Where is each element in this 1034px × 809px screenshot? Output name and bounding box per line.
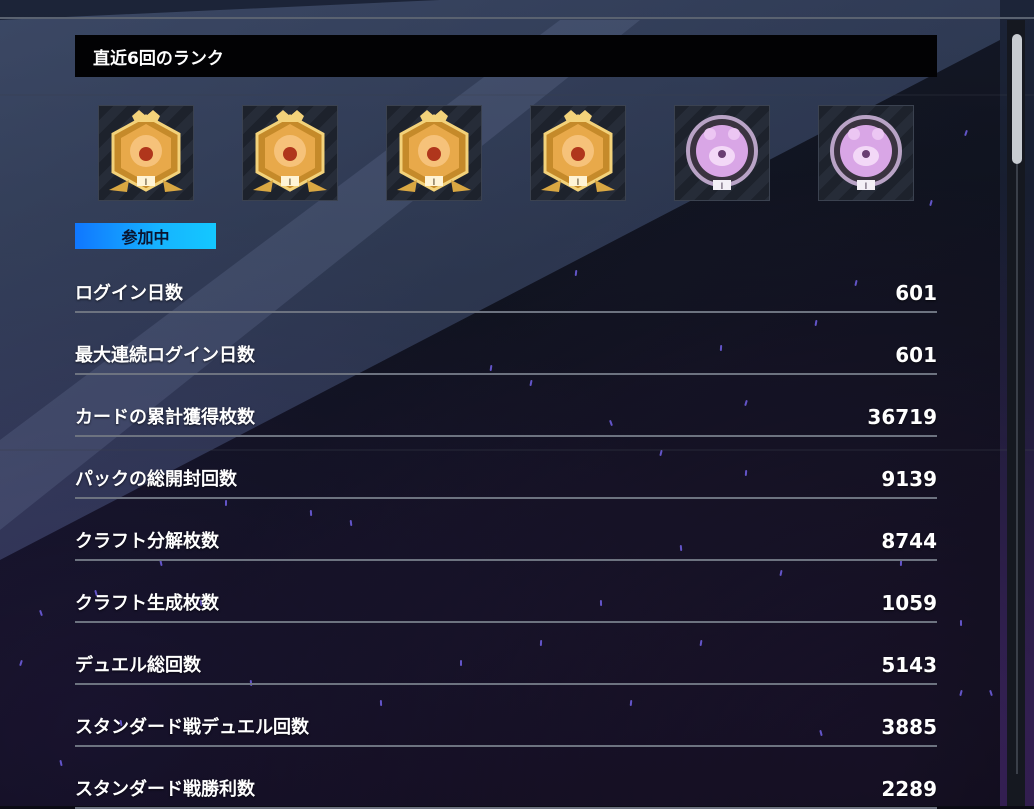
svg-text:I: I: [433, 178, 436, 188]
scrollbar-thumb[interactable]: [1012, 34, 1022, 164]
status-badge-label: 参加中: [121, 228, 170, 247]
stat-value: 601: [895, 343, 937, 367]
stat-row-standard-duels: スタンダード戦デュエル回数 3885: [75, 699, 937, 747]
platinum-bear-icon: I: [686, 115, 758, 192]
scrollbar-rail: [1016, 164, 1018, 774]
sparkle: [959, 619, 963, 627]
rank-badge-4[interactable]: I: [530, 105, 626, 201]
stat-label: パックの総開封回数: [75, 469, 237, 490]
stat-row-login-days: ログイン日数 601: [75, 265, 937, 313]
svg-text:I: I: [145, 178, 148, 188]
stat-label: クラフト分解枚数: [75, 531, 219, 552]
stat-value: 2289: [881, 777, 937, 801]
stat-label: スタンダード戦勝利数: [75, 779, 255, 800]
stat-value: 36719: [867, 405, 937, 429]
svg-text:I: I: [721, 182, 724, 192]
stat-value: 9139: [881, 467, 937, 491]
participating-status-badge: 参加中: [75, 223, 216, 249]
rank-badge-5[interactable]: I: [674, 105, 770, 201]
svg-text:I: I: [289, 178, 292, 188]
gold-lion-icon: I: [541, 110, 615, 192]
stat-value: 8744: [881, 529, 937, 553]
section-title: 直近6回のランク: [93, 48, 224, 69]
rank-badge-6[interactable]: I: [818, 105, 914, 201]
svg-text:I: I: [865, 182, 868, 192]
stat-row-max-consecutive-login: 最大連続ログイン日数 601: [75, 327, 937, 375]
top-divider: [0, 17, 1034, 19]
stat-value: 3885: [881, 715, 937, 739]
gold-lion-icon: I: [109, 110, 183, 192]
stat-row-cards-acquired: カードの累計獲得枚数 36719: [75, 389, 937, 437]
rank-badge-1[interactable]: I: [98, 105, 194, 201]
platinum-bear-icon: I: [830, 115, 902, 192]
section-header: 直近6回のランク: [75, 35, 937, 77]
stat-label: 最大連続ログイン日数: [75, 345, 255, 366]
gold-lion-icon: I: [397, 110, 471, 192]
stat-label: デュエル総回数: [75, 655, 201, 676]
rank-badge-2[interactable]: I: [242, 105, 338, 201]
stat-label: クラフト生成枚数: [75, 593, 219, 614]
stat-value: 601: [895, 281, 937, 305]
gold-lion-icon: I: [253, 110, 327, 192]
stat-label: カードの累計獲得枚数: [75, 407, 255, 428]
rank-badge-3[interactable]: I: [386, 105, 482, 201]
stat-row-standard-wins: スタンダード戦勝利数 2289: [75, 761, 937, 809]
stat-row-craft-created: クラフト生成枚数 1059: [75, 575, 937, 623]
stat-value: 1059: [881, 591, 937, 615]
stat-value: 5143: [881, 653, 937, 677]
stat-label: ログイン日数: [75, 283, 183, 304]
svg-text:I: I: [577, 178, 580, 188]
sparkle: [224, 499, 228, 507]
stat-row-craft-dismantled: クラフト分解枚数 8744: [75, 513, 937, 561]
stat-row-packs-opened: パックの総開封回数 9139: [75, 451, 937, 499]
stat-row-total-duels: デュエル総回数 5143: [75, 637, 937, 685]
recent-rank-badges: I I I I I I: [98, 105, 918, 201]
stat-label: スタンダード戦デュエル回数: [75, 717, 309, 738]
